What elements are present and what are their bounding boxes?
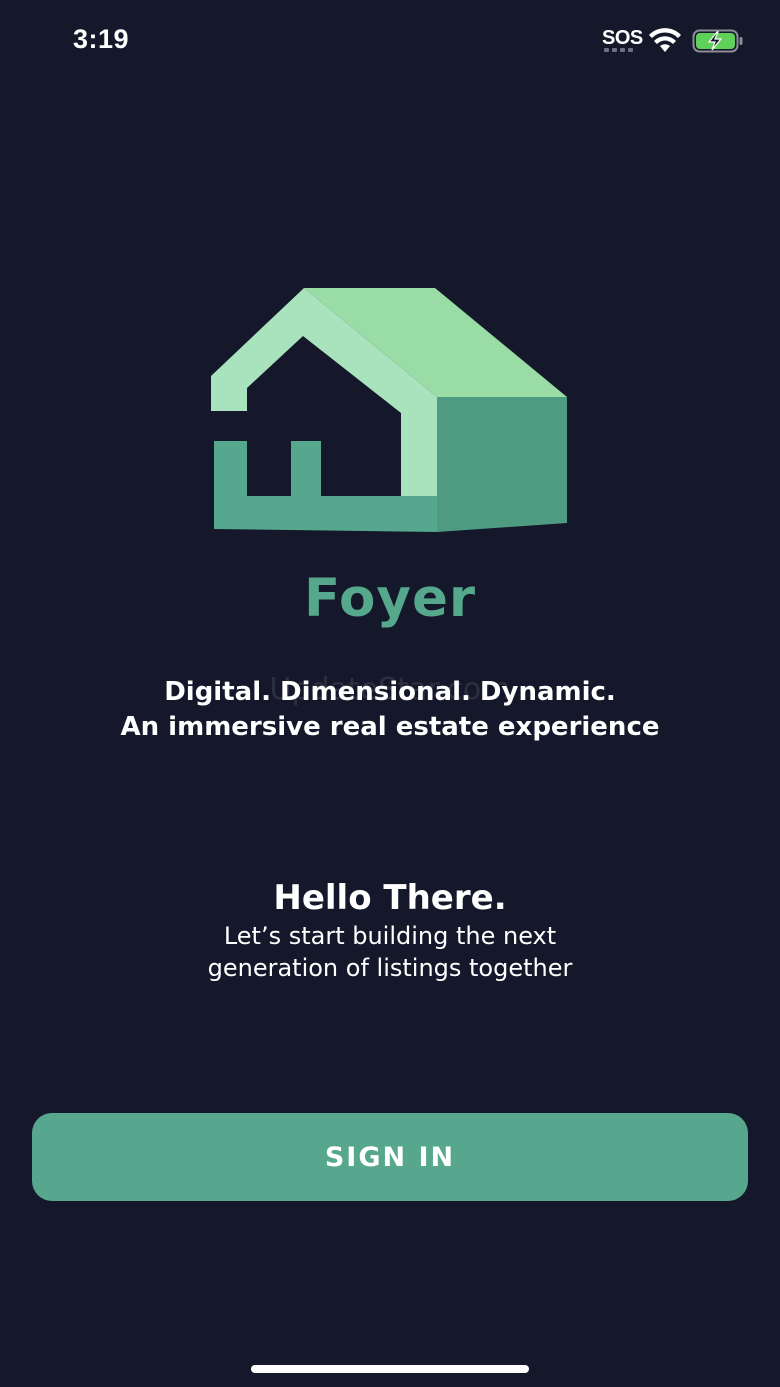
sos-indicator: SOS [602, 27, 643, 49]
sign-in-button[interactable]: SIGN IN [32, 1113, 748, 1201]
hello-title: Hello There. [273, 878, 507, 918]
tagline-line-2: An immersive real estate experience [120, 712, 660, 742]
hello-subtitle-line-2: generation of listings together [207, 954, 573, 982]
house-logo-icon [211, 288, 567, 532]
tagline-line-1: Digital. Dimensional. Dynamic. [164, 677, 616, 707]
hello-subtitle-line-1: Let’s start building the next [223, 922, 557, 950]
sign-in-label: SIGN IN [324, 1141, 456, 1173]
signal-dots-icon [604, 48, 633, 52]
home-indicator[interactable] [251, 1365, 529, 1373]
status-bar: 3:19 SOS [0, 0, 780, 80]
brand-name: Foyer [303, 568, 477, 629]
wifi-icon [649, 28, 681, 52]
status-time: 3:19 [73, 24, 130, 54]
battery-charging-icon [692, 29, 743, 53]
